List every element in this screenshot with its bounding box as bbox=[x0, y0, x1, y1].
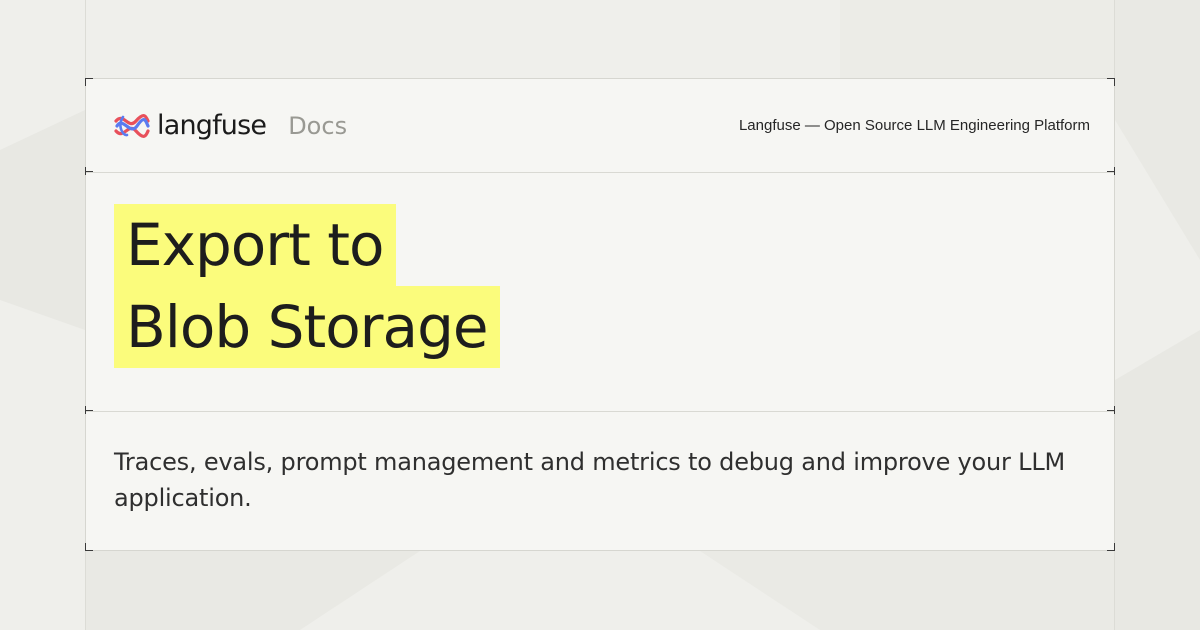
junction-tick bbox=[85, 167, 86, 175]
header-divider bbox=[86, 172, 1114, 173]
junction-tick bbox=[85, 410, 93, 411]
langfuse-knot-icon bbox=[114, 113, 150, 139]
corner-tick bbox=[85, 78, 93, 79]
junction-tick bbox=[1114, 406, 1115, 414]
section-label[interactable]: Docs bbox=[288, 114, 347, 138]
card-header: langfuse Docs Langfuse — Open Source LLM… bbox=[114, 79, 1090, 172]
corner-tick bbox=[1114, 543, 1115, 551]
junction-tick bbox=[1114, 167, 1115, 175]
page-title: Export to Blob Storage bbox=[114, 204, 500, 368]
title-line-2: Blob Storage bbox=[114, 286, 500, 368]
title-line-1: Export to bbox=[114, 204, 396, 286]
corner-tick bbox=[85, 550, 93, 551]
tagline: Langfuse — Open Source LLM Engineering P… bbox=[738, 117, 1090, 134]
junction-tick bbox=[85, 406, 86, 414]
junction-tick bbox=[85, 171, 93, 172]
corner-tick bbox=[85, 543, 86, 551]
corner-tick bbox=[1114, 78, 1115, 86]
description-divider bbox=[86, 411, 1114, 412]
page-description: Traces, evals, prompt management and met… bbox=[114, 448, 1066, 512]
brand-name[interactable]: langfuse bbox=[157, 112, 267, 139]
social-card: langfuse Docs Langfuse — Open Source LLM… bbox=[85, 78, 1115, 551]
corner-tick bbox=[85, 78, 86, 86]
